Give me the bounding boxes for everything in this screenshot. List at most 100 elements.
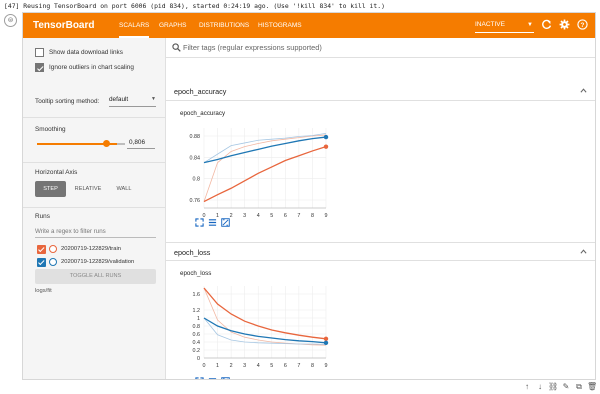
show-download-label: Show data download links	[49, 49, 123, 56]
y-tick-label: 0.84	[190, 155, 201, 161]
horizontal-axis-label: Horizontal Axis	[35, 169, 78, 176]
section-title: epoch_loss	[174, 248, 211, 257]
tab-histograms[interactable]: HISTOGRAMS	[258, 13, 302, 38]
tag-filter[interactable]: Filter tags (regular expressions support…	[166, 38, 595, 58]
y-tick-label: 0.76	[190, 198, 201, 204]
chevron-down-icon: ▼	[151, 96, 156, 102]
x-tick-label: 9	[325, 213, 328, 219]
axis-wall-button[interactable]: WALL	[110, 181, 138, 197]
chart-tools-loss	[195, 377, 231, 380]
status-select[interactable]: INACTIVE ▼	[475, 18, 534, 33]
chevron-up-icon	[580, 88, 587, 93]
y-tick-label: 0.88	[190, 134, 201, 140]
x-tick-label: 4	[257, 213, 260, 219]
x-tick-label: 8	[311, 363, 314, 369]
x-tick-label: 3	[243, 363, 246, 369]
run-train-color-icon[interactable]	[49, 245, 57, 253]
y-tick-label: 0.8	[193, 177, 201, 183]
status-select-value: INACTIVE	[475, 21, 505, 28]
sidebar: Show data download links Ignore outliers…	[23, 38, 166, 379]
toggle-all-runs-button[interactable]: TOGGLE ALL RUNS	[35, 269, 156, 284]
cell-output-icon[interactable]: ⊜	[4, 14, 17, 27]
section-header-loss[interactable]: epoch_loss	[166, 242, 595, 261]
x-tick-label: 2	[230, 363, 233, 369]
series-line	[203, 136, 327, 164]
list-icon[interactable]	[208, 218, 217, 227]
x-tick-label: 7	[297, 363, 300, 369]
app-title: TensorBoard	[33, 20, 95, 31]
settings-icon[interactable]	[558, 19, 570, 31]
svg-text:?: ?	[580, 22, 584, 29]
chart-card-accuracy: epoch_accuracy 0.76 0.8 0.84 0.88 0 1 2 3 4 5 6 7 8 9	[176, 110, 332, 230]
cell-gutter: ⊜	[0, 12, 22, 394]
tooltip-sort-select[interactable]: default ▼	[109, 96, 156, 107]
chevron-down-icon: ▼	[527, 22, 533, 28]
section-header-accuracy[interactable]: epoch_accuracy	[166, 82, 595, 101]
run-validation-label: 20200719-122829/validation	[61, 259, 135, 265]
arrow-up-icon[interactable]: ↑	[522, 382, 532, 392]
run-validation-checkbox[interactable]	[37, 258, 46, 267]
ignore-outliers-checkbox[interactable]	[35, 63, 44, 72]
run-train-checkbox[interactable]	[37, 245, 46, 254]
axis-step-button[interactable]: STEP	[35, 181, 66, 197]
y-tick-label: 1	[197, 316, 200, 322]
fit-domain-icon[interactable]	[221, 377, 230, 380]
smoothing-slider-track[interactable]	[117, 143, 125, 145]
x-tick-label: 5	[270, 363, 273, 369]
smoothing-input[interactable]: 0,806	[127, 137, 155, 149]
x-tick-label: 4	[257, 363, 260, 369]
run-validation-color-icon[interactable]	[49, 258, 57, 266]
runs-filter-input[interactable]: Write a regex to filter runs	[35, 226, 156, 238]
series-end-point	[323, 336, 329, 341]
list-icon[interactable]	[208, 377, 217, 380]
link-icon[interactable]: ⛓	[548, 382, 558, 392]
divider	[23, 162, 166, 163]
section-title: epoch_accuracy	[174, 87, 227, 96]
y-tick-label: 0.4	[193, 340, 201, 346]
x-tick-label: 6	[284, 363, 287, 369]
raw-series-line	[203, 317, 327, 345]
x-tick-label: 8	[311, 213, 314, 219]
divider	[23, 207, 166, 208]
tab-scalars[interactable]: SCALARS	[119, 13, 150, 38]
divider	[23, 117, 166, 118]
chart-card-loss: epoch_loss 0 0.2 0.4 0.6 0.8 1 1.2 1.6 0 1 2 3 4 5 6 7 8…	[176, 270, 332, 372]
y-tick-label: 0.6	[193, 332, 201, 338]
refresh-icon[interactable]	[540, 19, 552, 31]
help-icon[interactable]: ?	[576, 19, 588, 31]
logdir-label: logs/fit	[35, 288, 52, 294]
ignore-outliers-label: Ignore outliers in chart scaling	[49, 64, 134, 71]
series-line	[203, 146, 327, 203]
console-message: Reusing TensorBoard on port 6006 (pid 83…	[23, 2, 385, 10]
y-tick-label: 0.8	[193, 324, 201, 330]
smoothing-slider-thumb[interactable]	[103, 140, 110, 147]
runs-label: Runs	[35, 213, 50, 220]
mirror-icon[interactable]: ⧉	[574, 382, 584, 392]
x-tick-label: 3	[243, 213, 246, 219]
top-toolbar: TensorBoard SCALARS GRAPHS DISTRIBUTIONS…	[23, 13, 595, 38]
series-end-point	[323, 134, 329, 140]
delete-icon[interactable]: 🗑	[587, 382, 597, 392]
tensorboard-frame: TensorBoard SCALARS GRAPHS DISTRIBUTIONS…	[22, 12, 596, 380]
show-download-checkbox[interactable]	[35, 48, 44, 57]
tab-distributions[interactable]: DISTRIBUTIONS	[199, 13, 249, 38]
fullscreen-icon[interactable]	[195, 377, 204, 380]
series-line	[203, 287, 327, 340]
series-end-point	[323, 340, 329, 345]
fullscreen-icon[interactable]	[195, 218, 204, 227]
console-output: [47] Reusing TensorBoard on port 6006 (p…	[0, 0, 600, 12]
cell-toolbar: ↑ ↓ ⛓ ✎ ⧉ 🗑	[518, 380, 600, 394]
tab-graphs[interactable]: GRAPHS	[159, 13, 186, 38]
axis-relative-button[interactable]: RELATIVE	[70, 181, 106, 197]
chevron-up-icon	[580, 249, 587, 254]
loss-chart: 0 0.2 0.4 0.6 0.8 1 1.2 1.6 0 1 2 3 4 5 6 7 8 9	[193, 286, 329, 369]
main-panel: Filter tags (regular expressions support…	[166, 38, 595, 380]
cell-prompt: [47]	[4, 2, 20, 10]
arrow-down-icon[interactable]: ↓	[535, 382, 545, 392]
x-tick-label: 7	[297, 213, 300, 219]
fit-domain-icon[interactable]	[221, 218, 230, 227]
series-end-point	[323, 144, 329, 149]
series-line	[203, 317, 327, 344]
edit-icon[interactable]: ✎	[561, 382, 571, 392]
chart-tools-accuracy	[195, 218, 231, 228]
